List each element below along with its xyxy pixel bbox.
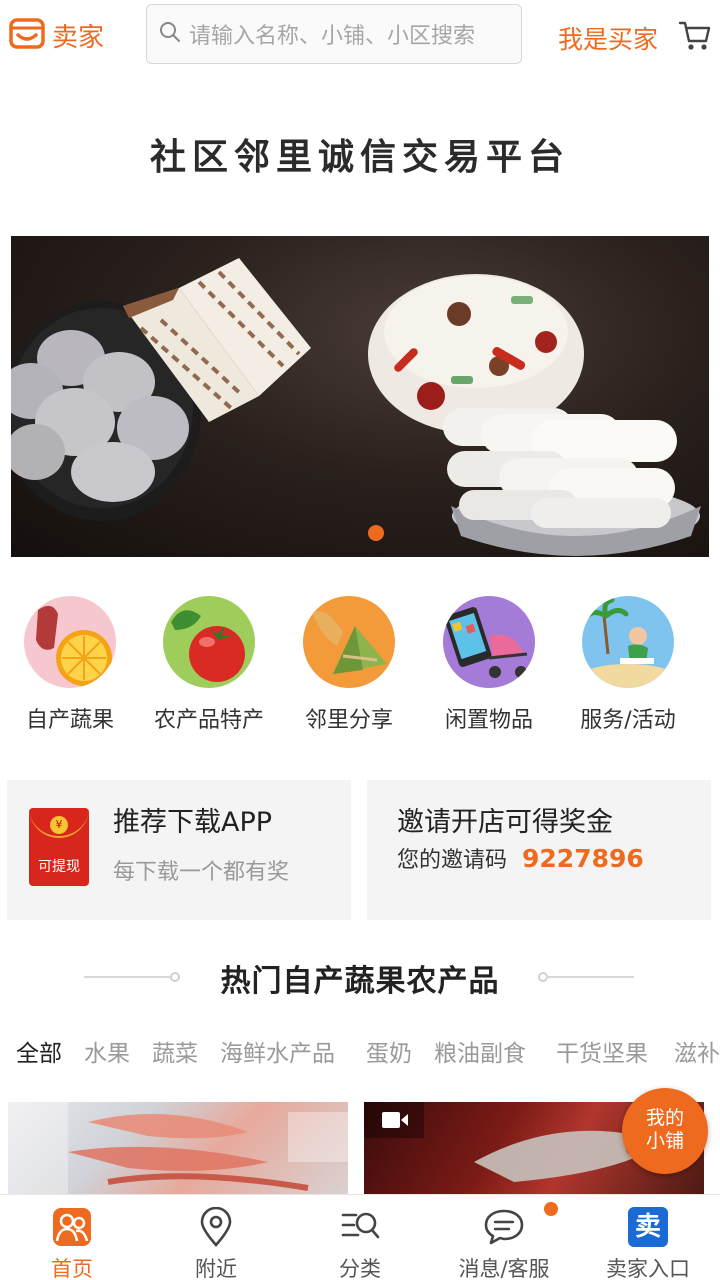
search-icon bbox=[159, 21, 181, 47]
top-bar: 卖家 请输入名称、小铺、小区搜索 我是买家 bbox=[0, 0, 720, 72]
slogan: 社区邻里诚信交易平台 bbox=[149, 136, 570, 178]
my-shop-button[interactable]: 我的 小铺 bbox=[622, 1088, 708, 1174]
nav-seller-entry[interactable]: 卖 卖家入口 bbox=[576, 1195, 720, 1280]
tab-egg-milk[interactable]: 蛋奶 bbox=[366, 1034, 412, 1068]
download-app-card[interactable]: ¥ 可提现 推荐下载APP 每下载一个都有奖 bbox=[7, 780, 351, 920]
cart-icon[interactable] bbox=[678, 18, 712, 56]
category-grid: 自产蔬果 农产品特产 邻里分享 闲置物品 服务/活动 bbox=[0, 590, 720, 740]
seller-label: 卖家 bbox=[52, 22, 105, 53]
tab-all[interactable]: 全部 bbox=[16, 1034, 62, 1068]
red-packet-icon: ¥ 可提现 bbox=[29, 808, 89, 886]
banner-food-image bbox=[11, 258, 701, 556]
nav-nearby[interactable]: 附近 bbox=[144, 1195, 288, 1280]
nav-label: 卖家入口 bbox=[606, 1257, 690, 1280]
location-pin-icon bbox=[144, 1205, 288, 1249]
download-app-subtitle: 每下载一个都有奖 bbox=[113, 860, 290, 885]
shop-icon bbox=[8, 16, 46, 54]
category-item-service[interactable]: 服务/活动 bbox=[558, 590, 698, 734]
nav-label: 首页 bbox=[51, 1257, 93, 1280]
tab-grain-oil[interactable]: 粮油副食 bbox=[434, 1034, 526, 1068]
category-search-icon bbox=[288, 1205, 432, 1249]
nav-category[interactable]: 分类 bbox=[288, 1195, 432, 1280]
tab-vegetable[interactable]: 蔬菜 bbox=[152, 1034, 198, 1068]
tab-dried-nuts[interactable]: 干货坚果 bbox=[556, 1034, 648, 1068]
my-shop-line2: 小铺 bbox=[645, 1130, 684, 1152]
category-item-farm[interactable]: 农产品特产 bbox=[139, 590, 279, 734]
tab-fruit[interactable]: 水果 bbox=[84, 1034, 130, 1068]
category-item-share[interactable]: 邻里分享 bbox=[279, 590, 419, 734]
carousel-indicator[interactable] bbox=[368, 525, 384, 541]
invite-title: 邀请开店可得奖金 bbox=[397, 807, 613, 838]
category-label: 服务/活动 bbox=[580, 708, 676, 733]
section-title: 热门自产蔬果农产品 bbox=[220, 964, 500, 999]
meat-orange-icon bbox=[24, 596, 116, 688]
nav-label: 分类 bbox=[339, 1257, 381, 1280]
category-label: 邻里分享 bbox=[304, 708, 393, 733]
nav-label: 附近 bbox=[195, 1257, 237, 1280]
invite-code-label: 您的邀请码 bbox=[397, 848, 508, 873]
bread-zongzi-icon bbox=[303, 596, 395, 688]
category-label: 农产品特产 bbox=[153, 708, 264, 733]
nav-label: 消息/客服 bbox=[458, 1257, 550, 1280]
banner-carousel[interactable] bbox=[11, 236, 709, 557]
hot-products-header: 热门自产蔬果农产品 bbox=[0, 952, 720, 1002]
product-card[interactable] bbox=[8, 1102, 348, 1194]
search-placeholder: 请输入名称、小铺、小区搜索 bbox=[189, 24, 476, 49]
category-label: 闲置物品 bbox=[444, 708, 533, 733]
category-label: 自产蔬果 bbox=[25, 708, 114, 733]
download-app-title: 推荐下载APP bbox=[113, 807, 273, 838]
phone-stroller-icon bbox=[443, 596, 535, 688]
buyer-switch-button[interactable]: 我是买家 bbox=[558, 20, 658, 56]
sell-badge-text: 卖 bbox=[628, 1207, 668, 1247]
invite-code-row: 您的邀请码 9227896 bbox=[397, 842, 644, 874]
category-item-secondhand[interactable]: 闲置物品 bbox=[419, 590, 559, 734]
divider bbox=[546, 976, 634, 978]
seller-switch[interactable]: 卖家 bbox=[8, 16, 104, 54]
category-item-produce[interactable]: 自产蔬果 bbox=[0, 590, 140, 734]
tomato-icon bbox=[163, 596, 255, 688]
my-shop-line1: 我的 bbox=[645, 1107, 684, 1129]
sell-badge-icon: 卖 bbox=[576, 1205, 720, 1249]
invite-card[interactable]: 邀请开店可得奖金 您的邀请码 9227896 bbox=[367, 780, 711, 920]
tab-tonic[interactable]: 滋补 bbox=[674, 1034, 720, 1068]
search-input[interactable]: 请输入名称、小铺、小区搜索 bbox=[146, 4, 522, 64]
beach-reading-icon bbox=[582, 596, 674, 688]
bottom-nav: 首页 附近 分类 消息/客服 卖 卖家入口 bbox=[0, 1194, 720, 1280]
product-image-shrimp bbox=[8, 1102, 348, 1194]
home-people-icon bbox=[0, 1205, 144, 1249]
red-packet-label: 可提现 bbox=[38, 859, 80, 875]
category-tabs: 全部 水果 蔬菜 海鲜水产品 蛋奶 粮油副食 干货坚果 滋补 bbox=[0, 1030, 720, 1070]
nav-home[interactable]: 首页 bbox=[0, 1195, 144, 1280]
invite-code-value[interactable]: 9227896 bbox=[522, 844, 644, 873]
unread-badge bbox=[544, 1202, 558, 1216]
tab-seafood[interactable]: 海鲜水产品 bbox=[220, 1034, 335, 1068]
